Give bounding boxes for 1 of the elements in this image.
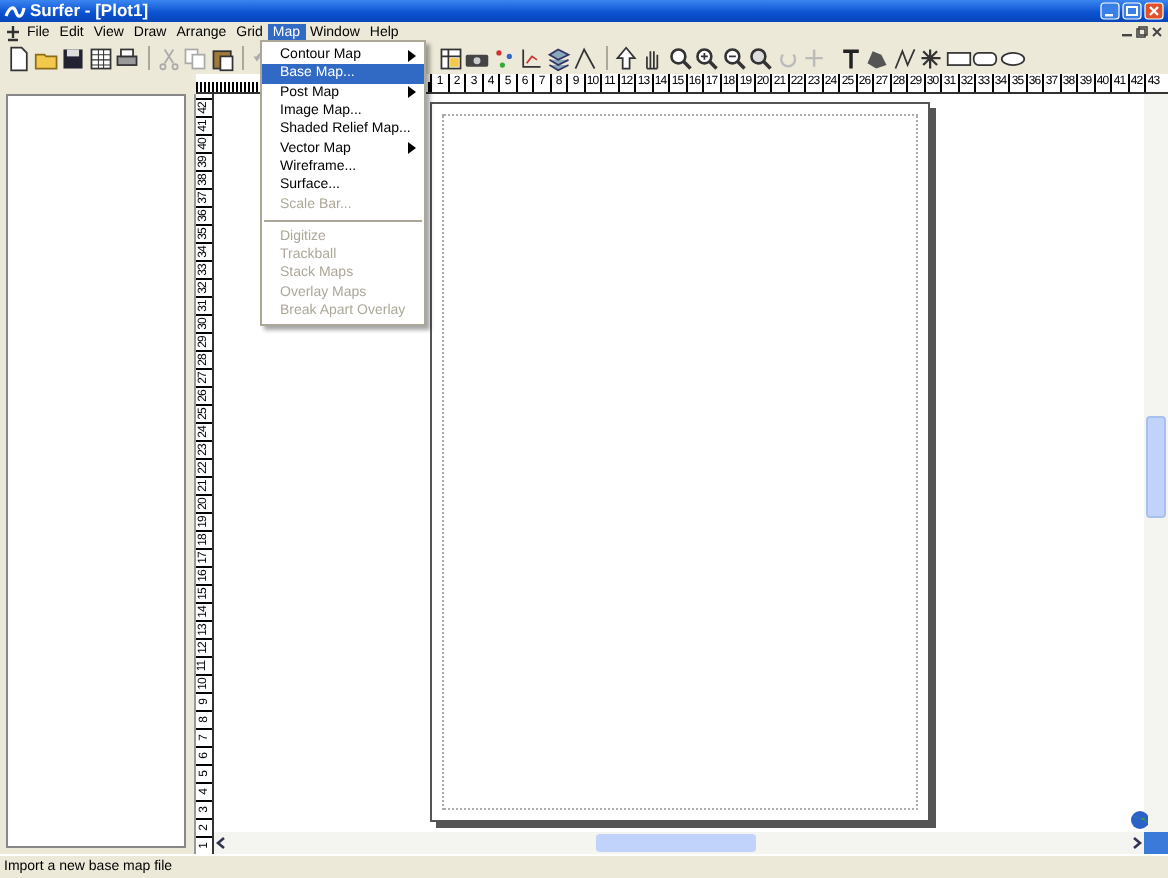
window-title: Surfer - [Plot1] xyxy=(30,0,151,22)
